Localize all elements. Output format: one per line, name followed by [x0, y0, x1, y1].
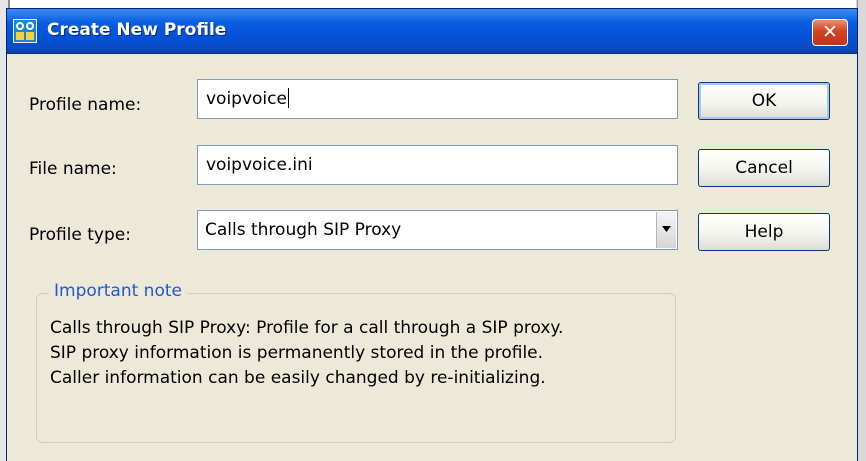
cancel-button[interactable]: Cancel [698, 149, 830, 187]
create-profile-dialog: Create New Profile ✕ Profile name: voipv… [6, 8, 858, 461]
ok-button[interactable]: OK [698, 82, 830, 120]
help-button[interactable]: Help [698, 213, 830, 251]
note-line: Caller information can be easily changed… [50, 368, 546, 388]
profile-type-label: Profile type: [29, 225, 131, 245]
title-bar[interactable]: Create New Profile ✕ [7, 9, 857, 54]
app-icon [13, 19, 37, 43]
note-line: SIP proxy information is permanently sto… [50, 343, 544, 363]
important-note-title: Important note [49, 281, 187, 301]
profile-name-label: Profile name: [29, 95, 142, 115]
file-name-value: voipvoice.ini [206, 155, 313, 175]
text-caret [287, 87, 289, 108]
close-button[interactable]: ✕ [812, 19, 848, 46]
profile-name-input[interactable]: voipvoice [197, 79, 678, 119]
note-line: Calls through SIP Proxy: Profile for a c… [50, 318, 564, 338]
dialog-title: Create New Profile [47, 20, 227, 40]
dropdown-arrow-button[interactable] [656, 212, 676, 248]
profile-type-select[interactable]: Calls through SIP Proxy [197, 210, 678, 250]
chevron-down-icon [662, 226, 671, 232]
file-name-label: File name: [29, 159, 117, 179]
file-name-input[interactable]: voipvoice.ini [197, 145, 678, 185]
profile-name-value: voipvoice [206, 89, 287, 109]
profile-type-value: Calls through SIP Proxy [205, 220, 402, 240]
close-icon: ✕ [822, 21, 838, 43]
